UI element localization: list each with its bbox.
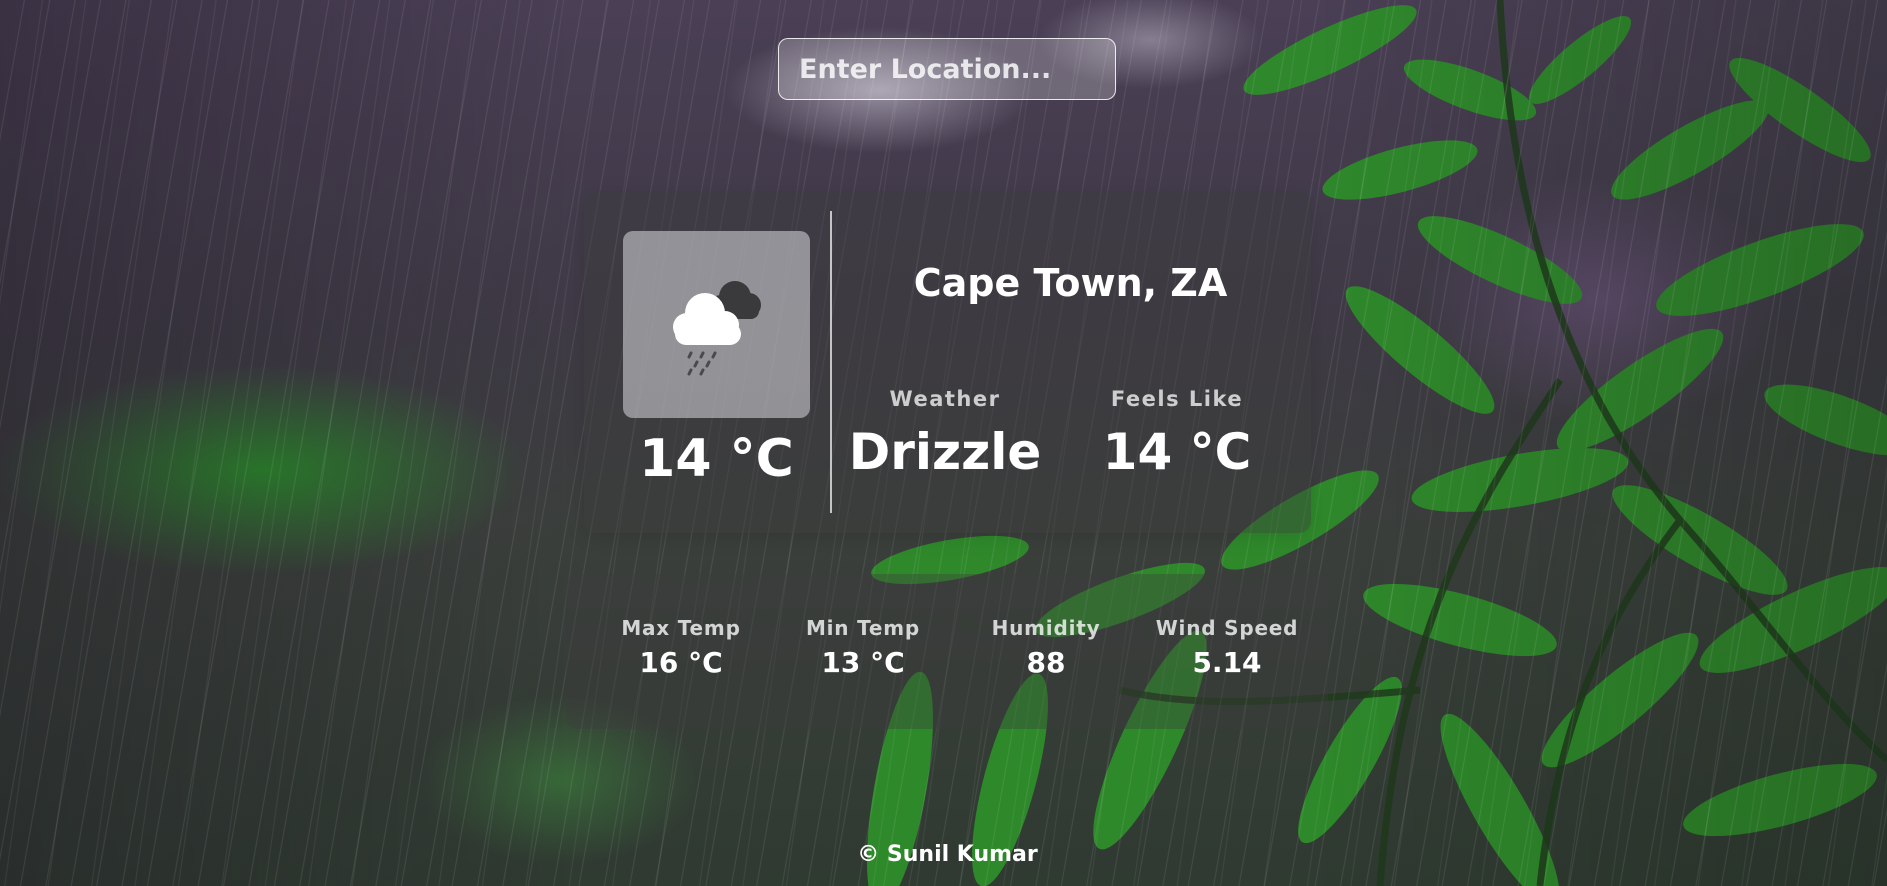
detail-wind-speed: Wind Speed 5.14 [1142, 616, 1312, 679]
detail-value: 13 °C [821, 646, 905, 679]
weather-label: Weather [889, 387, 1001, 411]
detail-label: Humidity [991, 616, 1101, 640]
detail-value: 16 °C [639, 646, 723, 679]
detail-value: 5.14 [1192, 646, 1262, 679]
weather-summary-card: 14 °C Cape Town, ZA Weather Drizzle Feel… [584, 191, 1311, 533]
cloud-drizzle-icon [673, 281, 761, 376]
detail-max-temp: Max Temp 16 °C [596, 616, 766, 679]
detail-min-temp: Min Temp 13 °C [778, 616, 948, 679]
detail-label: Max Temp [621, 616, 741, 640]
detail-humidity: Humidity 88 [961, 616, 1131, 679]
weather-condition: Drizzle [848, 423, 1042, 481]
feels-like-value: 14 °C [1102, 423, 1252, 481]
footer-credit: © Sunil Kumar [857, 842, 1038, 867]
location-search-input[interactable] [778, 38, 1116, 100]
detail-value: 88 [1026, 646, 1066, 679]
detail-label: Min Temp [805, 616, 921, 640]
feels-like-label: Feels Like [1110, 387, 1244, 411]
location-name: Cape Town, ZA [913, 261, 1228, 305]
detail-label: Wind Speed [1155, 616, 1299, 640]
current-temperature: 14 °C [639, 429, 794, 489]
weather-details-card: Max Temp 16 °C Min Temp 13 °C Humidity 8… [566, 574, 1328, 729]
weather-icon-box [623, 231, 810, 418]
